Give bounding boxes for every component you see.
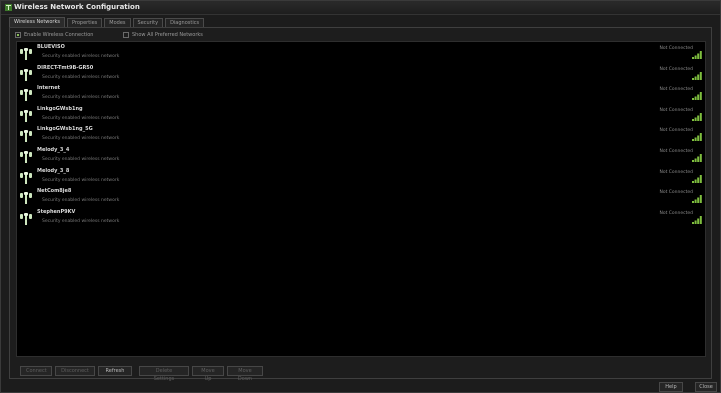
network-description: Security enabled wireless network	[42, 177, 120, 183]
network-row[interactable]: NetCom8je8 Security enabled wireless netw…	[17, 188, 705, 208]
network-ssid: StephenP9KV	[37, 208, 76, 215]
enable-wireless-checkbox[interactable]	[15, 32, 21, 38]
disconnect-button[interactable]: Disconnect	[55, 366, 95, 376]
wifi-app-icon	[5, 4, 12, 11]
wireless-config-window: Wireless Network Configuration Wireless …	[0, 0, 721, 393]
antenna-icon	[20, 48, 32, 60]
close-button[interactable]: Close	[695, 382, 717, 392]
network-status: Not Connected	[659, 210, 693, 216]
network-description: Security enabled wireless network	[42, 218, 120, 224]
move-down-button[interactable]: Move Down	[227, 366, 263, 382]
antenna-icon	[20, 212, 32, 225]
title-bar: Wireless Network Configuration	[1, 1, 720, 15]
signal-strength-icon	[692, 92, 702, 101]
network-description: Security enabled wireless network	[42, 157, 120, 162]
network-status: Not Connected	[659, 128, 693, 134]
tab-bar: Wireless Networks Properties Modes Secur…	[9, 16, 206, 28]
signal-strength-icon	[692, 133, 702, 142]
network-description: Security enabled wireless network	[42, 54, 120, 59]
wireless-networks-panel: Enable Wireless Connection Show All Pref…	[9, 27, 712, 382]
help-button[interactable]: Help	[659, 382, 683, 392]
network-description: Security enabled wireless network	[42, 136, 120, 142]
signal-strength-icon	[692, 112, 702, 121]
antenna-icon	[20, 130, 32, 143]
delete-settings-button[interactable]: Delete Settings	[139, 366, 189, 382]
network-status: Not Connected	[659, 87, 693, 93]
network-ssid: Melody_3_4	[37, 147, 70, 153]
window-title: Wireless Network Configuration	[14, 3, 140, 11]
enable-wireless-option[interactable]: Enable Wireless Connection	[15, 32, 93, 38]
signal-strength-icon	[692, 71, 702, 80]
antenna-icon	[20, 89, 32, 102]
enable-wireless-label: Enable Wireless Connection	[24, 32, 94, 38]
network-ssid: Melody_3_8	[37, 167, 70, 174]
network-status: Not Connected	[659, 107, 693, 113]
connect-button[interactable]: Connect	[20, 366, 52, 376]
network-row[interactable]: Melody_3_8 Security enabled wireless netw…	[17, 168, 705, 188]
network-row[interactable]: Internet Security enabled wireless networ…	[17, 85, 705, 105]
antenna-icon	[20, 151, 32, 163]
network-status: Not Connected	[659, 149, 693, 154]
show-preferred-checkbox[interactable]	[123, 32, 129, 38]
show-preferred-label: Show All Preferred Networks	[132, 32, 203, 38]
network-ssid: BLUEVISO	[37, 44, 65, 50]
network-row[interactable]: DIRECT-Tmt9B-GR50 Security enabled wirele…	[17, 65, 705, 85]
network-description: Security enabled wireless network	[42, 115, 120, 121]
refresh-button[interactable]: Refresh	[98, 366, 132, 376]
network-description: Security enabled wireless network	[42, 198, 120, 204]
show-preferred-option[interactable]: Show All Preferred Networks	[123, 32, 203, 38]
antenna-icon	[20, 68, 32, 81]
network-row[interactable]: LinkgoGWsb1ng Security enabled wireless n…	[17, 106, 705, 126]
network-row[interactable]: Melody_3_4 Security enabled wireless netw…	[17, 147, 705, 167]
network-status: Not Connected	[659, 66, 693, 72]
network-action-bar: Connect Disconnect Refresh Delete Settin…	[20, 366, 266, 382]
signal-strength-icon	[692, 51, 702, 59]
antenna-icon	[20, 109, 32, 122]
network-ssid: NetCom8je8	[37, 188, 72, 195]
signal-strength-icon	[692, 174, 702, 183]
network-status: Not Connected	[659, 169, 693, 175]
move-up-button[interactable]: Move Up	[192, 366, 224, 382]
network-row[interactable]: LinkgoGWsb1ng_5G Security enabled wireles…	[17, 126, 705, 146]
network-ssid: Internet	[37, 85, 61, 92]
network-description: Security enabled wireless network	[42, 74, 120, 80]
network-status: Not Connected	[659, 46, 693, 51]
network-description: Security enabled wireless network	[42, 95, 120, 101]
network-status: Not Connected	[659, 190, 693, 196]
antenna-icon	[20, 192, 32, 205]
network-ssid: LinkgoGWsb1ng_5G	[37, 126, 93, 133]
network-ssid: DIRECT-Tmt9B-GR50	[37, 64, 94, 71]
signal-strength-icon	[692, 215, 702, 224]
network-row[interactable]: StephenP9KV Security enabled wireless net…	[17, 209, 705, 229]
network-list[interactable]: BLUEVISO Security enabled wireless networ…	[16, 41, 706, 357]
antenna-icon	[20, 171, 32, 184]
signal-strength-icon	[692, 195, 702, 204]
network-row[interactable]: BLUEVISO Security enabled wireless networ…	[17, 44, 705, 64]
network-ssid: LinkgoGWsb1ng	[37, 105, 83, 112]
signal-strength-icon	[692, 154, 702, 162]
